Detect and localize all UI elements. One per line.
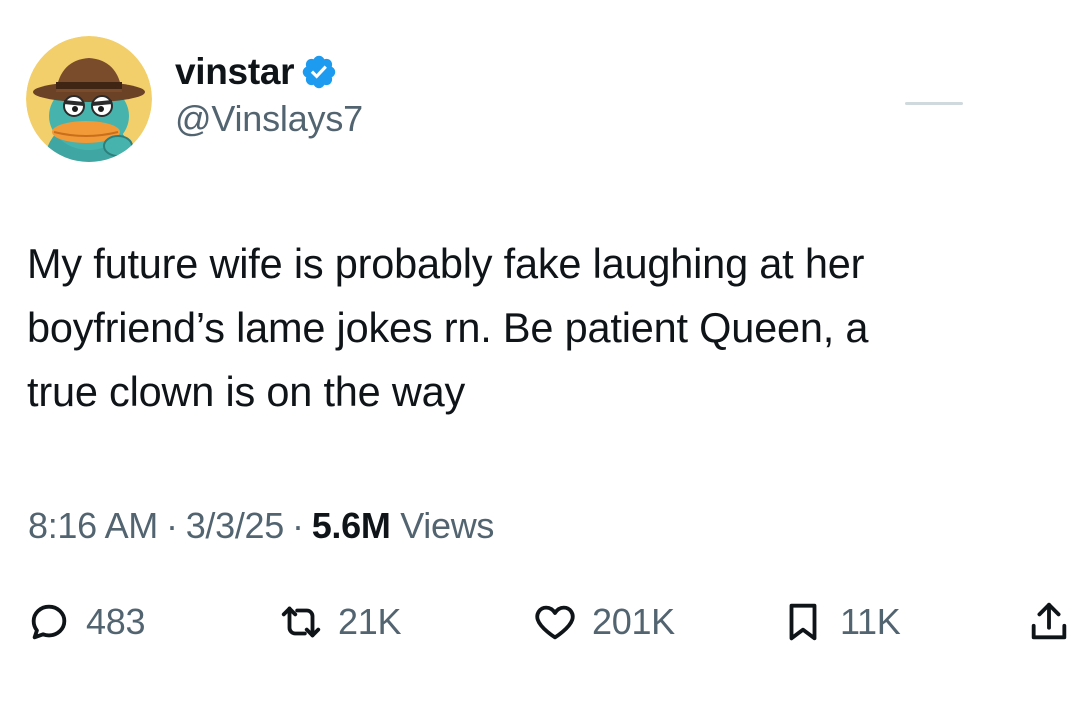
name-row: vinstar [175, 50, 363, 94]
display-name[interactable]: vinstar [175, 51, 295, 93]
user-handle[interactable]: @Vinslays7 [175, 98, 363, 140]
repost-button[interactable]: 21K [278, 592, 401, 652]
tweet-card: vinstar @Vinslays7 My future wife is pro… [0, 0, 1080, 705]
platypus-agent-avatar-icon [26, 36, 152, 162]
tweet-meta: 8:16 AM · 3/3/25 · 5.6M Views [28, 505, 494, 547]
repost-icon [278, 599, 324, 645]
share-button[interactable] [1026, 592, 1072, 652]
repost-count: 21K [338, 601, 402, 642]
views-count: 5.6M [311, 505, 391, 546]
tweet-date[interactable]: 3/3/25 [186, 505, 285, 546]
author-block: vinstar @Vinslays7 [175, 50, 363, 140]
meta-separator: · [291, 505, 304, 546]
share-icon [1026, 599, 1072, 645]
bookmark-button[interactable]: 11K [780, 592, 901, 652]
meta-separator: · [165, 505, 178, 546]
reply-button[interactable]: 483 [26, 592, 145, 652]
heart-icon [532, 599, 578, 645]
avatar[interactable] [26, 36, 152, 162]
reply-count: 483 [86, 601, 146, 642]
tweet-text-line: boyfriend’s lame jokes rn. Be patient Qu… [27, 304, 869, 351]
tweet-time[interactable]: 8:16 AM [28, 505, 158, 546]
bookmark-icon [780, 599, 826, 645]
tweet-text: My future wife is probably fake laughing… [27, 232, 1057, 424]
action-bar: 483 21K 201K 11K [0, 592, 1080, 652]
verified-badge-icon [300, 53, 338, 91]
tweet-text-line: true clown is on the way [27, 368, 466, 415]
like-count: 201K [592, 601, 675, 642]
reply-icon [26, 599, 72, 645]
tweet-text-line: My future wife is probably fake laughing… [27, 240, 865, 287]
divider [905, 102, 963, 105]
like-button[interactable]: 201K [532, 592, 675, 652]
views-label: Views [400, 505, 495, 546]
bookmark-count: 11K [840, 601, 901, 642]
